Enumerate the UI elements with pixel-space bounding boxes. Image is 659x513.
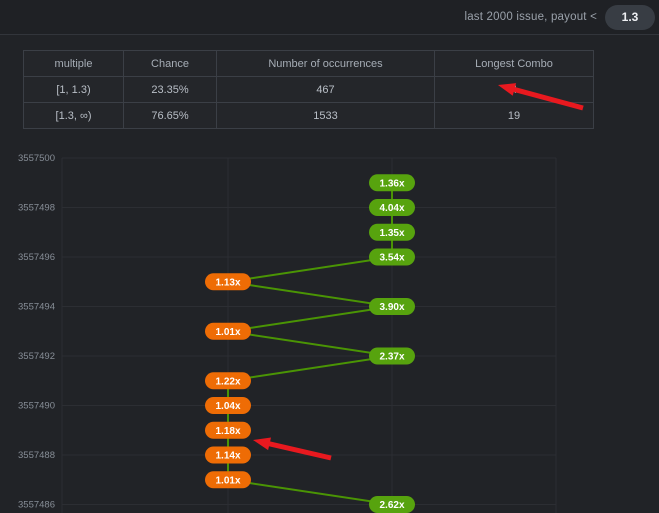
y-axis-tick-label: 3557490 xyxy=(18,401,55,412)
y-axis-tick-label: 3557486 xyxy=(18,500,55,511)
dashboard-page: last 2000 issue, payout < 1.3 multiple C… xyxy=(0,0,659,513)
table-row: [1.3, ∞) 76.65% 1533 19 xyxy=(24,103,594,129)
stats-table: multiple Chance Number of occurrences Lo… xyxy=(23,50,594,129)
multiplier-badge-label: 2.37x xyxy=(379,352,404,363)
header-longest-combo: Longest Combo xyxy=(435,51,594,77)
filter-caption: last 2000 issue, payout < xyxy=(464,11,597,23)
cell-multiple: [1, 1.3) xyxy=(24,77,124,103)
stats-table-head: multiple Chance Number of occurrences Lo… xyxy=(24,51,594,77)
multiplier-badge-label: 1.01x xyxy=(215,475,240,486)
multiplier-badge-label: 2.62x xyxy=(379,500,404,511)
y-axis-tick-label: 3557492 xyxy=(18,351,55,362)
payout-threshold-pill[interactable]: 1.3 xyxy=(605,5,655,30)
header-multiple: multiple xyxy=(24,51,124,77)
table-row: [1, 1.3) 23.35% 467 4 xyxy=(24,77,594,103)
cell-occurrences: 467 xyxy=(217,77,435,103)
header-chance: Chance xyxy=(124,51,217,77)
table-header-row: multiple Chance Number of occurrences Lo… xyxy=(24,51,594,77)
cell-longest-combo: 19 xyxy=(435,103,594,129)
multiplier-badge-label: 4.04x xyxy=(379,203,404,214)
multiplier-connector-line xyxy=(228,183,392,505)
cell-multiple: [1.3, ∞) xyxy=(24,103,124,129)
multiplier-badge-label: 1.13x xyxy=(215,277,240,288)
multiplier-badge-label: 3.54x xyxy=(379,253,404,264)
y-axis-tick-label: 3557488 xyxy=(18,450,55,461)
multiplier-badge-label: 1.22x xyxy=(215,376,240,387)
y-axis-tick-label: 3557496 xyxy=(18,252,55,263)
y-axis-tick-label: 3557494 xyxy=(18,302,55,313)
cell-chance: 76.65% xyxy=(124,103,217,129)
filter-bar: last 2000 issue, payout < 1.3 xyxy=(0,0,659,35)
multiplier-badge-label: 1.14x xyxy=(215,451,240,462)
cell-chance: 23.35% xyxy=(124,77,217,103)
multiplier-badge-label: 1.04x xyxy=(215,401,240,412)
y-axis-tick-label: 3557500 xyxy=(18,153,55,164)
header-occurrences: Number of occurrences xyxy=(217,51,435,77)
y-axis-tick-label: 3557498 xyxy=(18,203,55,214)
cell-occurrences: 1533 xyxy=(217,103,435,129)
cell-longest-combo: 4 xyxy=(435,77,594,103)
multiplier-badge-label: 1.01x xyxy=(215,327,240,338)
stats-table-body: [1, 1.3) 23.35% 467 4 [1.3, ∞) 76.65% 15… xyxy=(24,77,594,129)
multiplier-badge-label: 1.36x xyxy=(379,178,404,189)
multiplier-badge-label: 1.35x xyxy=(379,228,404,239)
multiplier-badge-label: 3.90x xyxy=(379,302,404,313)
multiplier-badge-label: 1.18x xyxy=(215,426,240,437)
